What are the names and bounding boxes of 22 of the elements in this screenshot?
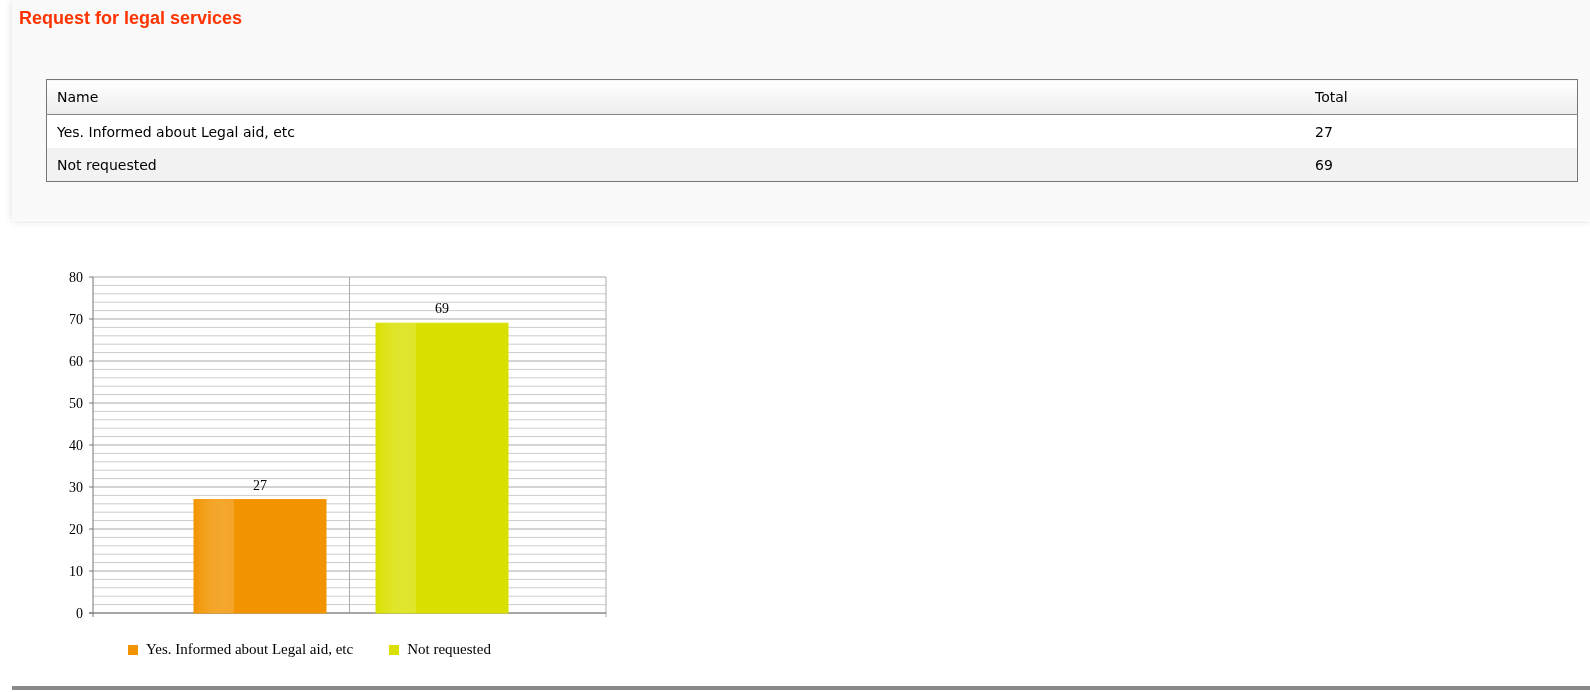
table-cell: 27 [1305,114,1578,148]
y-tick-label: 70 [69,312,83,327]
legend-swatch [128,644,138,655]
y-tick-label: 20 [69,522,83,537]
y-tick-label: 10 [69,564,83,579]
y-tick-label: 40 [69,438,83,453]
table-cell: 69 [1305,148,1578,182]
legend-label: Not requested [407,641,491,658]
data-label: 69 [435,301,449,317]
y-tick-label: 80 [69,270,83,285]
column-header[interactable]: Name [46,79,1305,115]
y-tick-label: 60 [69,354,83,369]
column-header[interactable]: Total [1305,79,1578,115]
y-tick-label: 50 [69,396,83,411]
data-label: 27 [253,477,267,493]
legend-swatch [389,644,400,655]
y-tick-label: 0 [76,606,83,621]
table-cell: Not requested [46,148,1305,182]
page-title: Request for legal services [19,8,243,29]
table-cell: Yes. Informed about Legal aid, etc [46,114,1305,148]
y-tick-label: 30 [69,480,83,495]
legend-label: Yes. Informed about Legal aid, etc [146,641,354,658]
